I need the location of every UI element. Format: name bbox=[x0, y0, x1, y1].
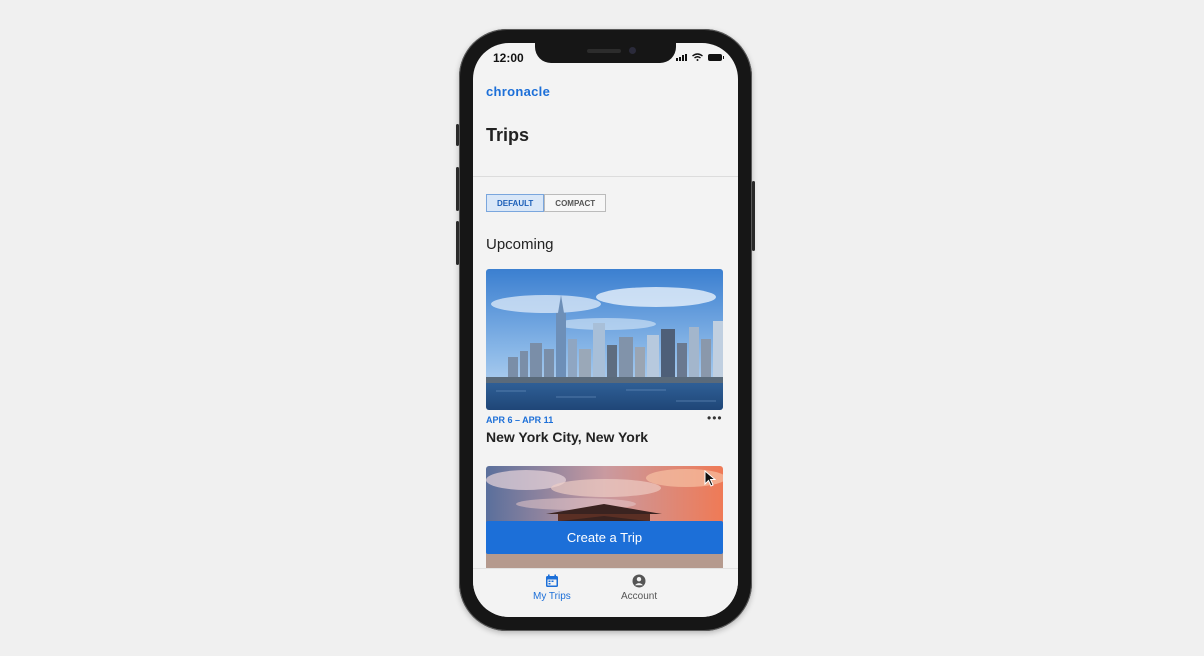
create-trip-button[interactable]: Create a Trip bbox=[486, 521, 723, 554]
volume-down-button bbox=[456, 221, 459, 265]
phone-screen: 12:00 chronacle Trips DEFAULT COMPACT Up… bbox=[473, 43, 738, 617]
status-icons bbox=[676, 53, 724, 61]
tab-account-label: Account bbox=[621, 591, 658, 602]
skyline-image bbox=[486, 269, 723, 410]
trip-image-new-york[interactable] bbox=[486, 269, 723, 410]
tab-account[interactable]: Account bbox=[621, 574, 657, 602]
wifi-icon bbox=[692, 53, 703, 61]
tab-my-trips-label: My Trips bbox=[533, 591, 571, 602]
trip-dates: APR 6 – APR 11 bbox=[486, 415, 554, 425]
phone-frame: 12:00 chronacle Trips DEFAULT COMPACT Up… bbox=[456, 29, 755, 631]
mute-switch bbox=[456, 124, 459, 146]
signal-icon bbox=[676, 54, 687, 61]
calendar-icon bbox=[545, 574, 558, 587]
compact-view-button[interactable]: COMPACT bbox=[544, 194, 607, 212]
tab-bar: My Trips Account bbox=[473, 568, 738, 617]
speaker bbox=[587, 49, 621, 53]
volume-up-button bbox=[456, 167, 459, 211]
page-title: Trips bbox=[486, 125, 530, 145]
status-time: 12:00 bbox=[493, 51, 524, 65]
default-view-button[interactable]: DEFAULT bbox=[486, 194, 545, 212]
battery-icon bbox=[708, 54, 724, 61]
view-toggle: DEFAULT COMPACT bbox=[486, 194, 607, 212]
tab-my-trips[interactable]: My Trips bbox=[533, 574, 571, 602]
power-button bbox=[752, 181, 755, 251]
camera bbox=[629, 47, 636, 54]
divider bbox=[473, 176, 738, 177]
notch bbox=[535, 43, 676, 63]
cursor-icon bbox=[704, 470, 716, 487]
account-icon bbox=[632, 574, 646, 588]
app-logo: chronacle bbox=[486, 84, 551, 99]
trip-title[interactable]: New York City, New York bbox=[486, 429, 648, 445]
section-title: Upcoming bbox=[486, 236, 554, 253]
more-icon[interactable]: ••• bbox=[707, 411, 723, 425]
